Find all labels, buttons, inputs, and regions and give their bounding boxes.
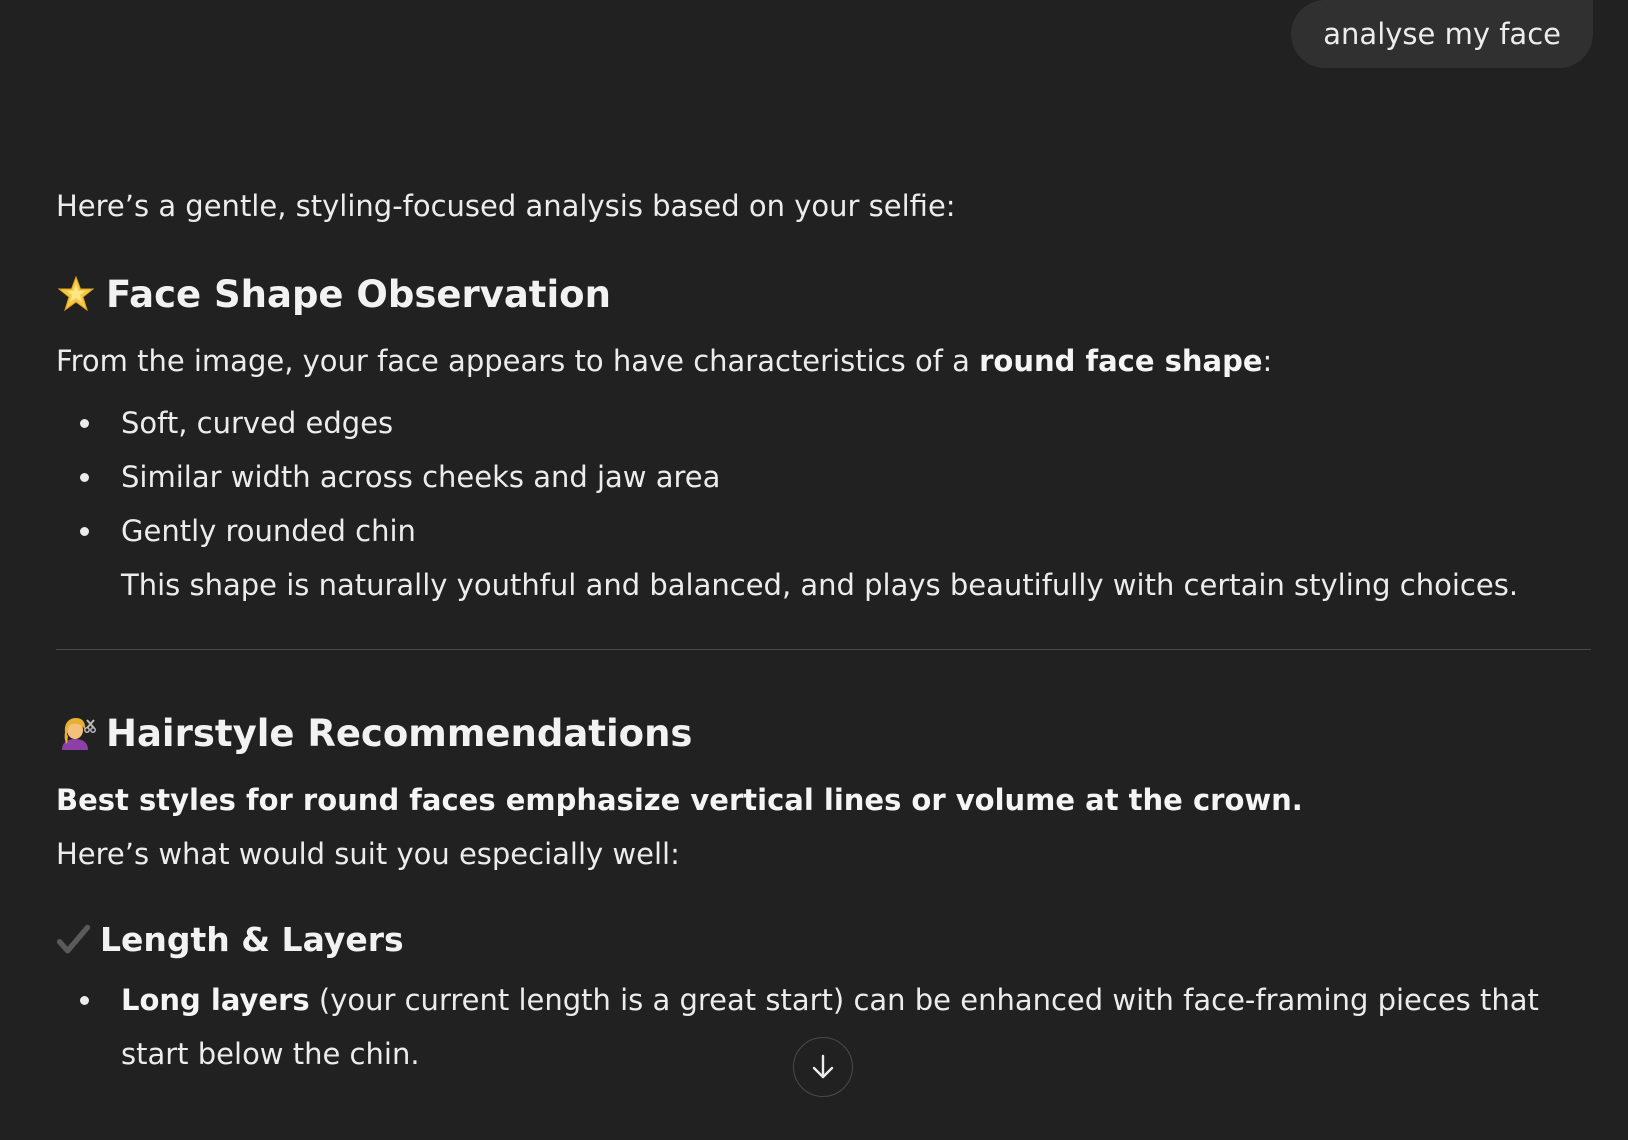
lead-colon: :	[1262, 344, 1273, 378]
face-shape-heading-text: Face Shape Observation	[106, 273, 611, 316]
user-message-text: analyse my face	[1323, 17, 1561, 51]
bullet-dot	[80, 527, 89, 536]
bullet-dot	[80, 473, 89, 482]
assistant-response: Here’s a gentle, styling-focused analysi…	[56, 186, 1591, 1074]
layers-list: Long layers (your current length is a gr…	[56, 980, 1591, 1020]
hairstyle-heading-text: Hairstyle Recommendations	[106, 712, 693, 755]
length-layers-heading: Length & Layers	[56, 918, 1591, 962]
list-item: Soft, curved edges	[56, 403, 1591, 443]
intro-text: Here’s a gentle, styling-focused analysi…	[56, 189, 956, 223]
chat-page: analyse my face Here’s a gentle, styling…	[0, 0, 1628, 1140]
list-item-text: Soft, curved edges	[121, 406, 394, 440]
user-message-bubble: analyse my face	[1291, 0, 1593, 68]
list-item-text: Similar width across cheeks and jaw area	[121, 460, 721, 494]
face-shape-summary: This shape is naturally youthful and bal…	[121, 568, 1519, 602]
bullet-dot	[80, 996, 89, 1005]
face-traits-list: Soft, curved edges Similar width across …	[56, 403, 1591, 551]
list-item: Similar width across cheeks and jaw area	[56, 457, 1591, 497]
hairstyle-bold-line: Best styles for round faces emphasize ve…	[56, 780, 1591, 820]
face-shape-heading: Face Shape Observation	[56, 271, 1591, 319]
face-shape-lead: From the image, your face appears to hav…	[56, 341, 1591, 381]
bold-line-text: Best styles for round faces emphasize ve…	[56, 783, 1303, 817]
lead-text: From the image, your face appears to hav…	[56, 344, 980, 378]
scroll-to-bottom-button[interactable]	[793, 1037, 853, 1097]
lead-bold-text: round face shape	[979, 344, 1263, 378]
list-item-text: Gently rounded chin	[121, 514, 416, 548]
haircut-emoji-icon	[62, 718, 96, 750]
list-item: Long layers (your current length is a gr…	[56, 980, 1591, 1020]
star-emoji-icon	[57, 275, 95, 312]
list-item-bold: Long layers	[121, 983, 310, 1017]
check-mark-icon	[56, 924, 91, 954]
list-item: Gently rounded chin	[56, 511, 1591, 551]
arrow-down-icon	[812, 1054, 834, 1079]
hairstyle-intro-line: Here’s what would suit you especially we…	[56, 837, 680, 871]
bullet-dot	[80, 419, 89, 428]
hairstyle-heading: Hairstyle Recommendations	[56, 710, 1591, 758]
length-layers-heading-text: Length & Layers	[100, 920, 404, 959]
list-item-text: (your current length is a great start) c…	[309, 983, 1539, 1017]
